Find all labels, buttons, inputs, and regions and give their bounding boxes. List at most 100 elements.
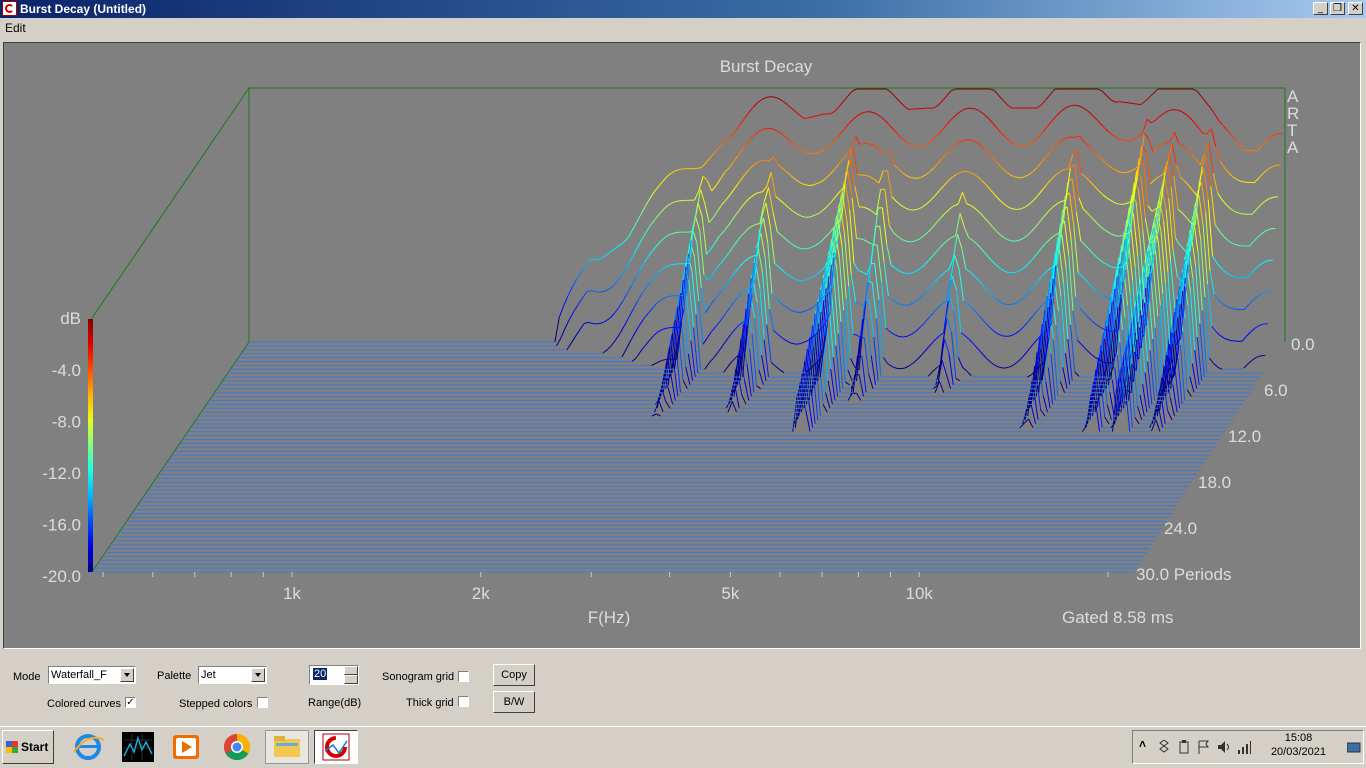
slice-curve <box>716 262 722 269</box>
restore-button[interactable]: ❐ <box>1330 2 1345 15</box>
slice-curve <box>1109 166 1115 170</box>
slice-curve <box>899 270 905 274</box>
menu-edit[interactable]: Edit <box>5 21 26 35</box>
spectrum-app-icon[interactable] <box>116 730 160 764</box>
chevron-down-icon[interactable] <box>120 668 134 682</box>
slice-curve <box>967 303 973 309</box>
slice-curve <box>1252 356 1257 361</box>
slice-curve <box>1166 165 1172 188</box>
slice-curve <box>957 357 964 368</box>
slice-curve <box>932 367 938 372</box>
slice-curve <box>795 111 801 117</box>
slice-curve <box>1257 293 1263 297</box>
slice-curve <box>961 248 967 270</box>
slice-curve <box>961 108 967 112</box>
slice-curve <box>1106 263 1112 268</box>
chevron-down-icon[interactable] <box>251 668 265 682</box>
slice-curve <box>787 104 793 109</box>
internet-explorer-icon[interactable] <box>66 730 110 764</box>
slice-curve <box>925 258 931 265</box>
slice-curve <box>597 257 603 261</box>
network-icon[interactable] <box>1237 740 1251 754</box>
slice-curve <box>733 239 739 246</box>
slice-curve <box>963 226 970 238</box>
slice-curve <box>1227 240 1233 244</box>
slice-curve <box>627 229 633 238</box>
slice-curve <box>748 107 754 113</box>
freq-tick-label: 1k <box>283 584 301 603</box>
slice-curve <box>1010 333 1016 337</box>
slice-curve <box>1256 355 1262 358</box>
slice-curve <box>1136 103 1141 106</box>
slice-curve <box>1172 249 1178 277</box>
slice-curve <box>795 279 801 282</box>
flag-icon[interactable] <box>1197 740 1211 754</box>
slice-curve <box>819 237 825 243</box>
stepped-colors-checkbox[interactable] <box>257 697 268 708</box>
tray-chevron-icon[interactable]: ˄ <box>1139 737 1153 751</box>
slice-curve <box>738 233 744 240</box>
slice-curve <box>1108 232 1114 236</box>
chrome-icon[interactable] <box>215 730 259 764</box>
slice-curve <box>1014 240 1019 242</box>
slice-curve <box>1075 211 1082 241</box>
slice-curve <box>1063 282 1069 340</box>
copy-button[interactable]: Copy <box>493 664 535 686</box>
slice-curve <box>771 128 777 131</box>
slice-curve <box>1245 331 1251 337</box>
slice-curve <box>818 209 824 214</box>
mode-select[interactable]: Waterfall_F <box>48 666 136 684</box>
sonogram-grid-checkbox[interactable] <box>458 671 469 682</box>
slice-curve <box>903 272 909 275</box>
spin-up-icon[interactable] <box>344 666 358 675</box>
slice-curve <box>825 174 831 180</box>
range-spinner[interactable]: 20 <box>309 665 359 685</box>
slice-curve <box>962 192 968 205</box>
clock[interactable]: 15:08 20/03/2021 <box>1271 731 1326 759</box>
close-button[interactable]: ✕ <box>1348 2 1363 15</box>
slice-curve <box>975 208 981 214</box>
taskbar: Start ˄ 15:08 20/03/2021 <box>0 726 1366 768</box>
volume-icon[interactable] <box>1217 740 1231 754</box>
start-button[interactable]: Start <box>2 730 54 764</box>
slice-curve <box>1219 160 1225 168</box>
minimize-button[interactable]: _ <box>1313 2 1328 15</box>
media-player-icon[interactable] <box>165 730 209 764</box>
slice-curve <box>1024 262 1030 268</box>
slice-curve <box>1120 139 1126 142</box>
slice-curve <box>1187 149 1193 155</box>
range-value[interactable]: 20 <box>313 668 328 680</box>
slice-curve <box>937 303 943 309</box>
slice-curve <box>919 235 924 240</box>
dropbox-icon[interactable] <box>1157 740 1171 754</box>
bw-button[interactable]: B/W <box>493 691 535 713</box>
slice-curve <box>866 318 872 356</box>
slice-curve <box>898 336 904 338</box>
slice-curve <box>1188 185 1194 192</box>
palette-select[interactable]: Jet <box>198 666 267 684</box>
slice-curve <box>849 118 855 124</box>
slice-curve <box>669 295 674 297</box>
slice-curve <box>988 221 994 228</box>
slice-curve <box>885 327 891 333</box>
file-explorer-icon[interactable] <box>265 730 309 764</box>
slice-curve <box>1180 177 1186 182</box>
show-desktop-icon[interactable] <box>1347 740 1361 754</box>
colored-curves-checkbox[interactable]: ✓ <box>125 697 136 708</box>
slice-curve <box>789 242 795 247</box>
arta-icon[interactable] <box>314 730 358 764</box>
slice-curve <box>1225 204 1231 210</box>
slice-curve <box>773 330 779 335</box>
spin-down-icon[interactable] <box>344 675 358 684</box>
slice-curve <box>999 367 1005 369</box>
slice-curve <box>790 342 796 345</box>
slice-curve <box>1174 132 1180 144</box>
app-icon[interactable] <box>2 1 17 16</box>
slice-curve <box>1213 363 1219 368</box>
slice-curve <box>1058 310 1064 368</box>
usb-device-icon[interactable] <box>1177 740 1191 754</box>
slice-curve <box>949 297 955 312</box>
thick-grid-checkbox[interactable] <box>458 696 469 707</box>
slice-curve <box>801 150 807 154</box>
slice-curve <box>1027 171 1033 176</box>
